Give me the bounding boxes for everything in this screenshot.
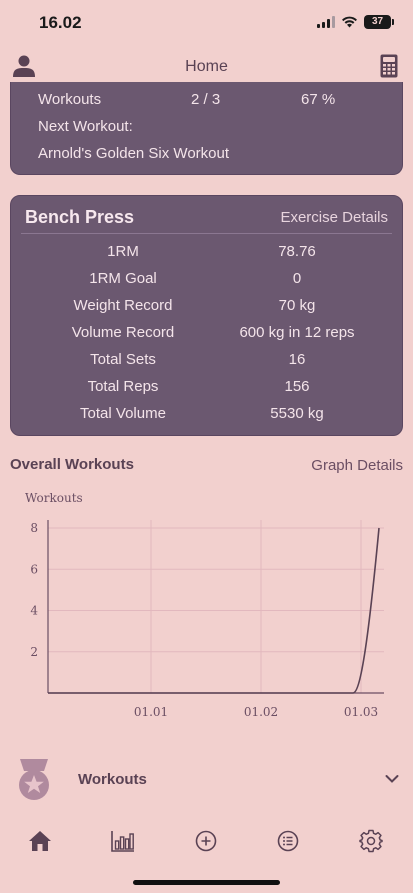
workouts-expand-row[interactable]: Workouts [0, 755, 413, 805]
medal-icon [16, 757, 52, 808]
gear-icon [359, 829, 383, 853]
y-tick-label: 4 [30, 604, 38, 618]
tab-stats[interactable] [108, 826, 138, 856]
stat-value: 600 kg in 12 reps [239, 324, 355, 341]
stat-value: 156 [284, 378, 310, 395]
exercise-title: Bench Press [25, 207, 135, 227]
x-tick-label: 01.03 [344, 705, 378, 719]
page-title: Home [185, 58, 228, 75]
y-tick-label: 2 [30, 645, 38, 659]
stat-label: 1RM [107, 243, 139, 260]
stat-label: Total Reps [87, 378, 159, 395]
next-workout-name: Arnold's Golden Six Workout [38, 145, 230, 162]
workouts-label: Workouts [38, 91, 102, 108]
stat-label: Total Volume [80, 405, 166, 422]
status-bar: 16.02 37 [0, 0, 413, 46]
stat-label: Weight Record [73, 297, 173, 314]
workouts-chart: Workouts 2 4 6 8 01.01 01.02 01.03 [10, 486, 403, 726]
battery-icon: 37 [364, 15, 394, 29]
stat-row: Total Volume 5530 kg [11, 405, 404, 432]
chevron-down-icon[interactable] [385, 771, 399, 789]
stat-label: 1RM Goal [89, 270, 157, 287]
stat-row: 1RM 78.76 [11, 243, 404, 270]
graph-details-link[interactable]: Graph Details [311, 457, 403, 474]
tab-bar [0, 820, 413, 860]
signal-icon [317, 16, 335, 28]
app-header: Home [0, 52, 413, 82]
stat-label: Total Sets [90, 351, 156, 368]
y-axis-label: Workouts [25, 491, 83, 505]
x-tick-label: 01.01 [134, 705, 168, 719]
stat-value: 70 kg [278, 297, 316, 314]
stat-value: 78.76 [278, 243, 316, 260]
stat-value: 0 [292, 270, 302, 287]
summary-card: Workouts 2 / 3 67 % Next Workout: Arnold… [10, 82, 403, 175]
plus-circle-icon [195, 830, 217, 852]
bar-chart-icon [111, 831, 134, 852]
stat-row: 1RM Goal 0 [11, 270, 404, 297]
tab-settings[interactable] [356, 826, 386, 856]
workouts-section-label: Workouts [78, 771, 147, 788]
exercise-details-link[interactable]: Exercise Details [280, 209, 388, 226]
stat-row: Total Sets 16 [11, 351, 404, 378]
tab-add[interactable] [191, 826, 221, 856]
workouts-count: 2 / 3 [191, 91, 221, 108]
next-workout-label: Next Workout: [38, 118, 133, 135]
stat-label: Volume Record [71, 324, 175, 341]
tab-list[interactable] [273, 826, 303, 856]
stat-row: Volume Record 600 kg in 12 reps [11, 324, 404, 351]
y-tick-label: 8 [30, 521, 38, 535]
stat-value: 16 [288, 351, 306, 368]
chart-svg: Workouts 2 4 6 8 01.01 01.02 01.03 [25, 491, 384, 719]
home-indicator [133, 880, 280, 885]
home-icon [29, 831, 51, 851]
overall-workouts-title: Overall Workouts [10, 456, 134, 473]
y-tick-label: 6 [30, 562, 38, 576]
tab-home[interactable] [25, 826, 55, 856]
stat-row: Total Reps 156 [11, 378, 404, 405]
exercise-card: Bench Press Exercise Details 1RM 78.76 1… [10, 195, 403, 436]
status-time: 16.02 [39, 13, 82, 32]
divider [21, 233, 392, 234]
workouts-percent: 67 % [301, 91, 336, 108]
status-icons: 37 [317, 15, 394, 29]
stat-row: Weight Record 70 kg [11, 297, 404, 324]
calculator-icon[interactable] [380, 54, 398, 83]
wifi-icon [342, 16, 357, 28]
x-tick-label: 01.02 [244, 705, 278, 719]
stat-value: 5530 kg [270, 405, 324, 422]
list-icon [277, 830, 299, 852]
